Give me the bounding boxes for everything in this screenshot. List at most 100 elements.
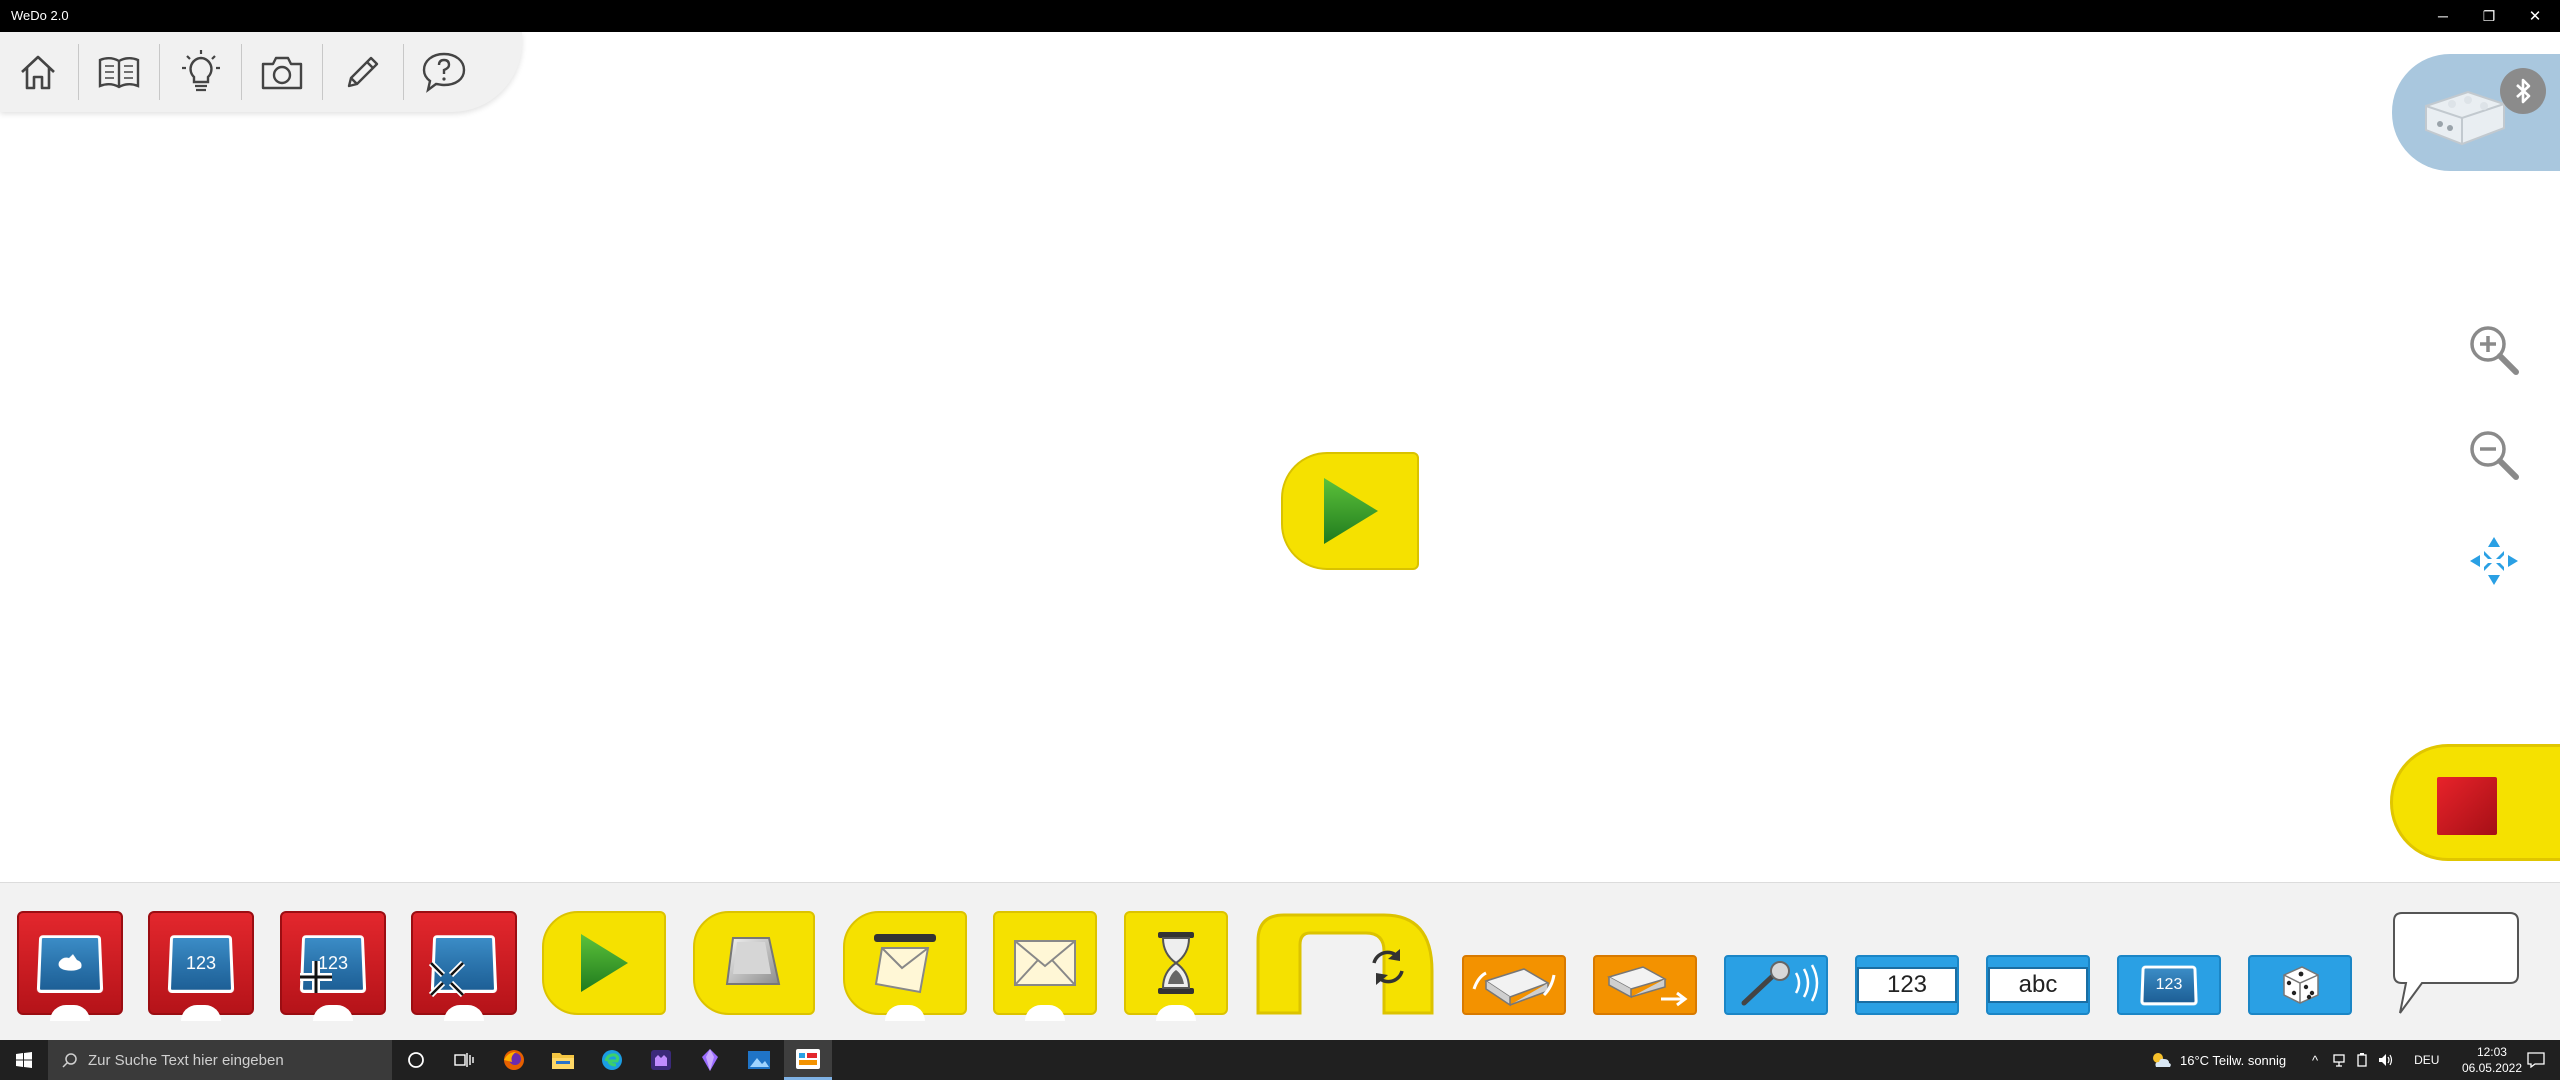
- minimize-icon: ─: [2438, 8, 2448, 24]
- start-on-key-block[interactable]: [693, 911, 815, 1015]
- repeat-block[interactable]: [1254, 911, 1436, 1015]
- display-number-icon: 123: [167, 935, 235, 993]
- wedo-app-icon: [796, 1048, 820, 1069]
- display-background-block[interactable]: [17, 911, 123, 1021]
- close-button[interactable]: ✕: [2512, 0, 2558, 32]
- camera-button[interactable]: [252, 42, 312, 102]
- camera-icon: [261, 56, 303, 90]
- documentation-button[interactable]: [89, 42, 149, 102]
- wedo-taskbar-button[interactable]: [784, 1040, 832, 1080]
- shrink-arrows-icon: [428, 960, 466, 998]
- edge-taskbar-button[interactable]: [588, 1040, 636, 1080]
- cortana-button[interactable]: [392, 1040, 440, 1080]
- tilt-sensor-icon: [1472, 968, 1556, 1007]
- microphone-icon: [1741, 961, 1819, 1006]
- message-receive-icon: [874, 934, 936, 994]
- book-icon: [98, 57, 140, 89]
- firefox-icon: [504, 1050, 524, 1070]
- play-icon: [1324, 478, 1378, 544]
- fit-to-screen-button[interactable]: [2464, 531, 2524, 591]
- wait-for-block[interactable]: [1124, 911, 1228, 1021]
- window-title: WeDo 2.0: [11, 8, 69, 23]
- bluetooth-button[interactable]: [2500, 68, 2546, 114]
- number-input-block[interactable]: 123: [1855, 955, 1959, 1015]
- volume-icon[interactable]: [2378, 1053, 2394, 1067]
- game-app-taskbar-button[interactable]: [637, 1040, 685, 1080]
- start-on-message-block[interactable]: [843, 911, 967, 1021]
- start-block[interactable]: [542, 911, 666, 1015]
- sound-sensor-block[interactable]: [1724, 955, 1828, 1015]
- display-input-block[interactable]: 123: [2117, 955, 2221, 1015]
- battery-icon[interactable]: [2356, 1053, 2368, 1067]
- windows-taskbar: Zur Suche Text hier eingeben 16°C Teilw.…: [0, 1040, 2560, 1080]
- fit-screen-icon: [2470, 537, 2518, 585]
- plus-icon: [300, 961, 332, 993]
- edge-icon: [602, 1050, 622, 1070]
- photos-icon: [748, 1051, 770, 1069]
- repeat-loop-icon: [1256, 913, 1434, 1015]
- restore-icon: ❐: [2482, 7, 2496, 24]
- display-fullscreen-block[interactable]: [411, 911, 517, 1021]
- zoom-out-button[interactable]: [2464, 425, 2524, 485]
- start-program-block[interactable]: [1281, 452, 1419, 570]
- task-view-button[interactable]: [440, 1040, 488, 1080]
- title-bar: WeDo 2.0 ─ ❐ ✕: [0, 0, 2560, 32]
- display-number-icon: 123: [2140, 965, 2198, 1006]
- network-icon[interactable]: [2332, 1053, 2346, 1067]
- help-icon: [422, 52, 466, 93]
- restore-button[interactable]: ❐: [2466, 0, 2512, 32]
- tilt-sensor-block[interactable]: [1462, 955, 1566, 1015]
- random-input-block[interactable]: [2248, 955, 2352, 1015]
- photos-taskbar-button[interactable]: [735, 1040, 783, 1080]
- edit-button[interactable]: [333, 42, 393, 102]
- notification-icon: [2527, 1052, 2545, 1068]
- cortana-icon: [408, 1052, 424, 1068]
- projects-button[interactable]: [171, 42, 231, 102]
- taskbar-search-input[interactable]: Zur Suche Text hier eingeben: [48, 1040, 392, 1080]
- main-toolbar: [0, 32, 522, 112]
- add-to-display-block[interactable]: 123: [280, 911, 386, 1021]
- display-number-block[interactable]: 123: [148, 911, 254, 1021]
- zoom-in-button[interactable]: [2464, 320, 2524, 380]
- text-value[interactable]: abc: [1988, 967, 2088, 1003]
- notifications-button[interactable]: [2512, 1040, 2560, 1080]
- task-view-icon: [454, 1053, 474, 1067]
- system-tray-icons[interactable]: ^ DEU: [2312, 1040, 2439, 1080]
- motion-sensor-block[interactable]: [1593, 955, 1697, 1015]
- smarthub-connection[interactable]: [2392, 54, 2560, 171]
- stop-program-button[interactable]: [2390, 744, 2560, 861]
- chevron-up-icon[interactable]: ^: [2312, 1053, 2318, 1068]
- dice-icon: [2283, 966, 2319, 1004]
- display-image-icon: [36, 935, 104, 993]
- hourglass-icon: [1158, 932, 1194, 994]
- crystal-icon: [702, 1049, 718, 1071]
- home-icon: [21, 55, 55, 90]
- smarthub-icon: [2425, 90, 2505, 146]
- minimize-button[interactable]: ─: [2420, 0, 2466, 32]
- envelope-icon: [1014, 940, 1076, 986]
- key-icon: [725, 937, 781, 985]
- speech-bubble-icon: [2393, 912, 2519, 1014]
- file-explorer-taskbar-button[interactable]: [539, 1040, 587, 1080]
- weather-widget[interactable]: 16°C Teilw. sonnig: [2150, 1040, 2286, 1080]
- castle-app-icon: [651, 1050, 671, 1070]
- crystal-app-taskbar-button[interactable]: [686, 1040, 734, 1080]
- number-value[interactable]: 123: [1857, 967, 1957, 1003]
- comment-bubble[interactable]: [2392, 911, 2520, 1015]
- start-button[interactable]: [0, 1040, 48, 1080]
- home-button[interactable]: [8, 42, 68, 102]
- language-indicator[interactable]: DEU: [2414, 1053, 2439, 1067]
- bluetooth-icon: [2516, 78, 2531, 104]
- stop-icon: [2437, 777, 2497, 835]
- help-button[interactable]: [414, 42, 474, 102]
- lightbulb-icon: [182, 50, 220, 92]
- partly-sunny-icon: [2153, 1053, 2171, 1067]
- weather-text: 16°C Teilw. sonnig: [2180, 1052, 2287, 1068]
- firefox-taskbar-button[interactable]: [490, 1040, 538, 1080]
- zoom-out-icon: [2470, 431, 2519, 480]
- text-input-block[interactable]: abc: [1986, 955, 2090, 1015]
- search-icon: [62, 1053, 77, 1068]
- send-message-block[interactable]: [993, 911, 1097, 1021]
- play-icon: [581, 934, 628, 992]
- zoom-in-icon: [2470, 326, 2519, 375]
